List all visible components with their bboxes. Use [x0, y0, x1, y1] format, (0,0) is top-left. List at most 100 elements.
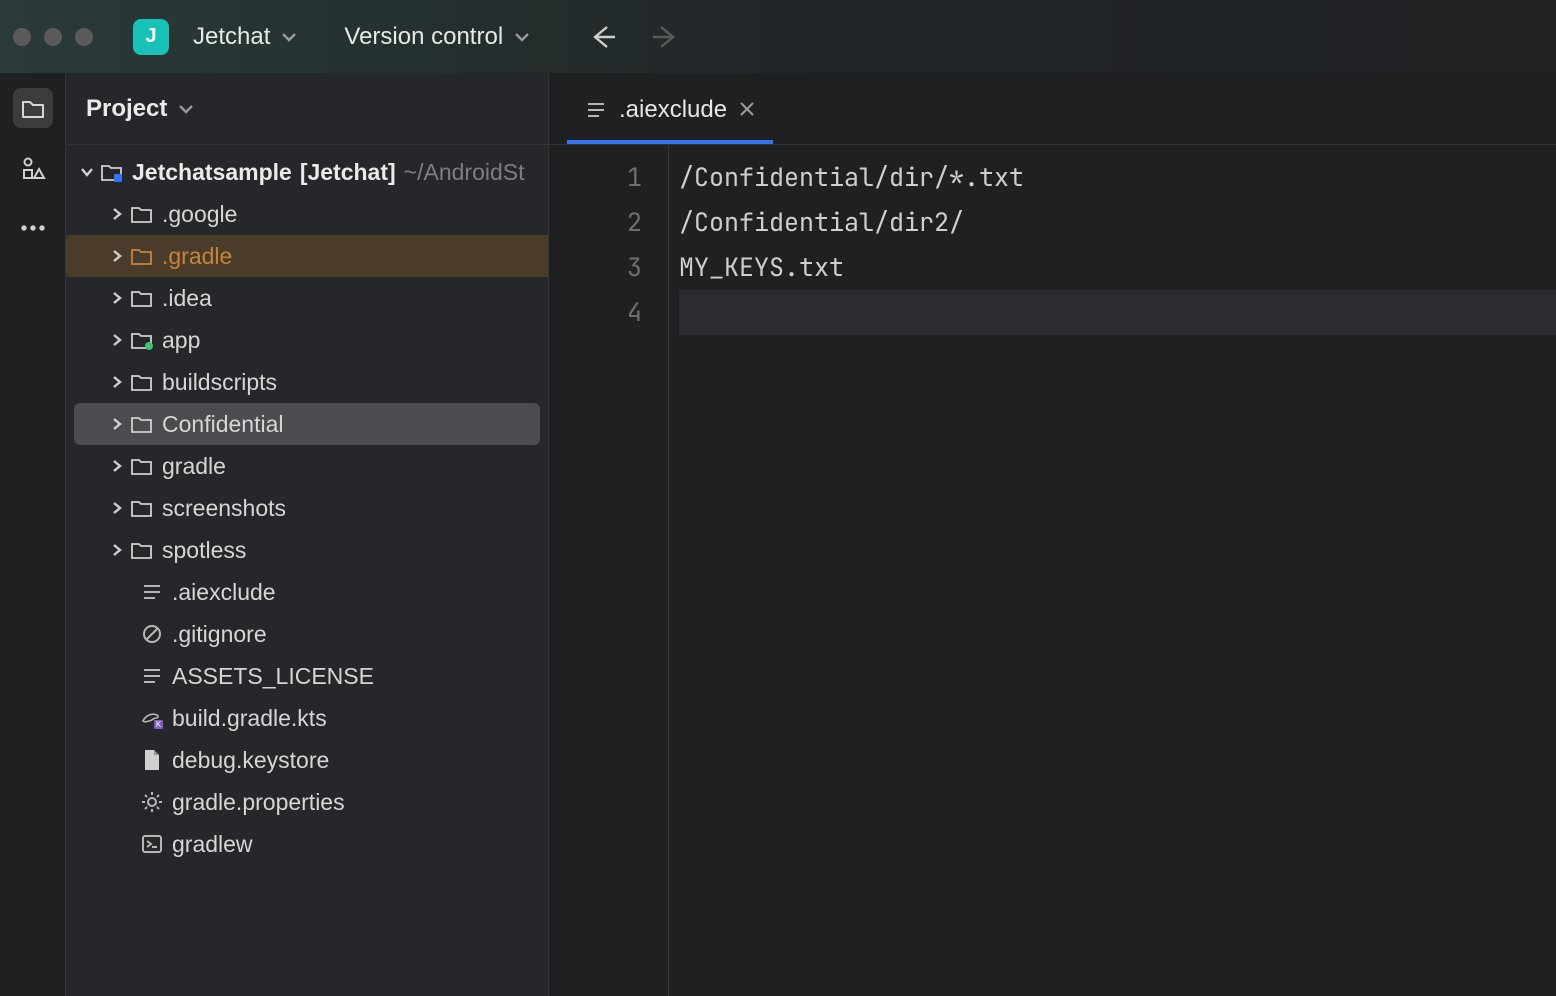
gear-file-icon	[138, 791, 166, 813]
chevron-right-icon	[110, 417, 124, 431]
chevron-right-icon	[110, 501, 124, 515]
tree-item-label: .idea	[162, 285, 212, 312]
folder-icon	[128, 497, 156, 519]
chevron-right-icon	[110, 207, 124, 221]
line-number: 2	[549, 200, 642, 245]
tree-item-label: gradle.properties	[172, 789, 345, 816]
gradlekts-file-icon: K	[138, 707, 166, 729]
tab-filename: .aiexclude	[619, 96, 727, 124]
tree-file[interactable]: Kbuild.gradle.kts	[66, 697, 548, 739]
nav-back-button[interactable]	[587, 21, 619, 53]
folder-icon	[128, 329, 156, 351]
line-number-gutter: 1234	[549, 145, 669, 996]
ignore-file-icon	[138, 623, 166, 645]
tree-file[interactable]: ASSETS_LICENSE	[66, 655, 548, 697]
panel-title: Project	[86, 95, 167, 123]
tab-close-button[interactable]	[739, 96, 755, 124]
chevron-down-icon	[513, 28, 531, 46]
structure-icon	[20, 155, 46, 181]
tree-file[interactable]: gradlew	[66, 823, 548, 865]
editor-tab-bar: .aiexclude	[549, 73, 1556, 145]
tree-item-label: screenshots	[162, 495, 286, 522]
editor-area: .aiexclude 1234 /Confidential/dir/*.txt/…	[549, 73, 1556, 996]
tree-folder[interactable]: gradle	[66, 445, 548, 487]
maximize-window-button[interactable]	[75, 28, 93, 46]
editor-tab[interactable]: .aiexclude	[567, 82, 773, 144]
folder-icon	[20, 95, 46, 121]
text-file-icon	[138, 665, 166, 687]
window-controls	[13, 28, 93, 46]
code-line[interactable]: /Confidential/dir/*.txt	[679, 155, 1556, 200]
project-selector[interactable]: Jetchat	[183, 17, 308, 57]
chevron-right-icon	[110, 291, 124, 305]
text-file-icon	[138, 581, 166, 603]
tree-item-label: ASSETS_LICENSE	[172, 663, 374, 690]
tree-folder[interactable]: screenshots	[66, 487, 548, 529]
text-file-icon	[585, 99, 607, 121]
tree-folder[interactable]: spotless	[66, 529, 548, 571]
tree-item-label: app	[162, 327, 200, 354]
nav-forward-button[interactable]	[649, 21, 681, 53]
line-number: 1	[549, 155, 642, 200]
structure-tool-button[interactable]	[13, 148, 53, 188]
tree-item-label: .google	[162, 201, 237, 228]
code-line[interactable]	[679, 290, 1556, 335]
line-number: 4	[549, 290, 642, 335]
tree-file[interactable]: gradle.properties	[66, 781, 548, 823]
project-tree: Jetchatsample [Jetchat] ~/AndroidSt .goo…	[66, 145, 548, 871]
nav-arrows	[587, 21, 681, 53]
project-panel-header[interactable]: Project	[66, 73, 548, 145]
chevron-down-icon	[177, 100, 195, 118]
tree-item-label: spotless	[162, 537, 246, 564]
project-badge: J	[133, 19, 169, 55]
project-tool-button[interactable]	[13, 88, 53, 128]
tree-item-label: debug.keystore	[172, 747, 329, 774]
tree-folder[interactable]: .gradle	[66, 235, 548, 277]
tree-file[interactable]: .aiexclude	[66, 571, 548, 613]
tree-root[interactable]: Jetchatsample [Jetchat] ~/AndroidSt	[66, 151, 548, 193]
project-name: Jetchat	[193, 23, 270, 51]
tree-folder[interactable]: .idea	[66, 277, 548, 319]
close-window-button[interactable]	[13, 28, 31, 46]
tree-item-label: Confidential	[162, 411, 283, 438]
close-icon	[739, 101, 755, 117]
module-folder-icon	[98, 161, 126, 183]
minimize-window-button[interactable]	[44, 28, 62, 46]
code-line[interactable]: MY_KEYS.txt	[679, 245, 1556, 290]
tree-folder[interactable]: app	[66, 319, 548, 361]
vcs-label: Version control	[344, 23, 503, 51]
tree-item-label: buildscripts	[162, 369, 277, 396]
tree-folder[interactable]: .google	[66, 193, 548, 235]
project-panel: Project Jetchatsample [Jetchat] ~/Androi…	[66, 73, 549, 996]
code-area[interactable]: 1234 /Confidential/dir/*.txt/Confidentia…	[549, 145, 1556, 996]
tree-root-path: ~/AndroidSt	[404, 159, 525, 186]
tree-folder[interactable]: Confidential	[74, 403, 540, 445]
more-tool-button[interactable]	[13, 208, 53, 248]
tree-root-name: Jetchatsample	[132, 159, 292, 186]
tree-file[interactable]: .gitignore	[66, 613, 548, 655]
folder-icon	[128, 455, 156, 477]
code-content[interactable]: /Confidential/dir/*.txt/Confidential/dir…	[669, 145, 1556, 996]
tree-item-label: .gitignore	[172, 621, 267, 648]
folder-icon	[128, 203, 156, 225]
chevron-right-icon	[110, 543, 124, 557]
chevron-right-icon	[110, 249, 124, 263]
tree-item-label: .gradle	[162, 243, 232, 270]
tree-item-label: gradlew	[172, 831, 253, 858]
folder-icon	[128, 371, 156, 393]
tree-file[interactable]: debug.keystore	[66, 739, 548, 781]
tree-root-qualifier: [Jetchat]	[300, 159, 396, 186]
chevron-right-icon	[110, 333, 124, 347]
tree-folder[interactable]: buildscripts	[66, 361, 548, 403]
chevron-down-icon	[280, 28, 298, 46]
more-icon	[20, 224, 46, 232]
titlebar: J Jetchat Version control	[0, 0, 1556, 73]
file-file-icon	[138, 748, 166, 772]
vcs-selector[interactable]: Version control	[334, 17, 541, 57]
left-tool-strip	[0, 73, 66, 996]
svg-text:K: K	[156, 720, 162, 729]
code-line[interactable]: /Confidential/dir2/	[679, 200, 1556, 245]
chevron-right-icon	[110, 459, 124, 473]
folder-icon	[128, 287, 156, 309]
folder-icon	[128, 539, 156, 561]
